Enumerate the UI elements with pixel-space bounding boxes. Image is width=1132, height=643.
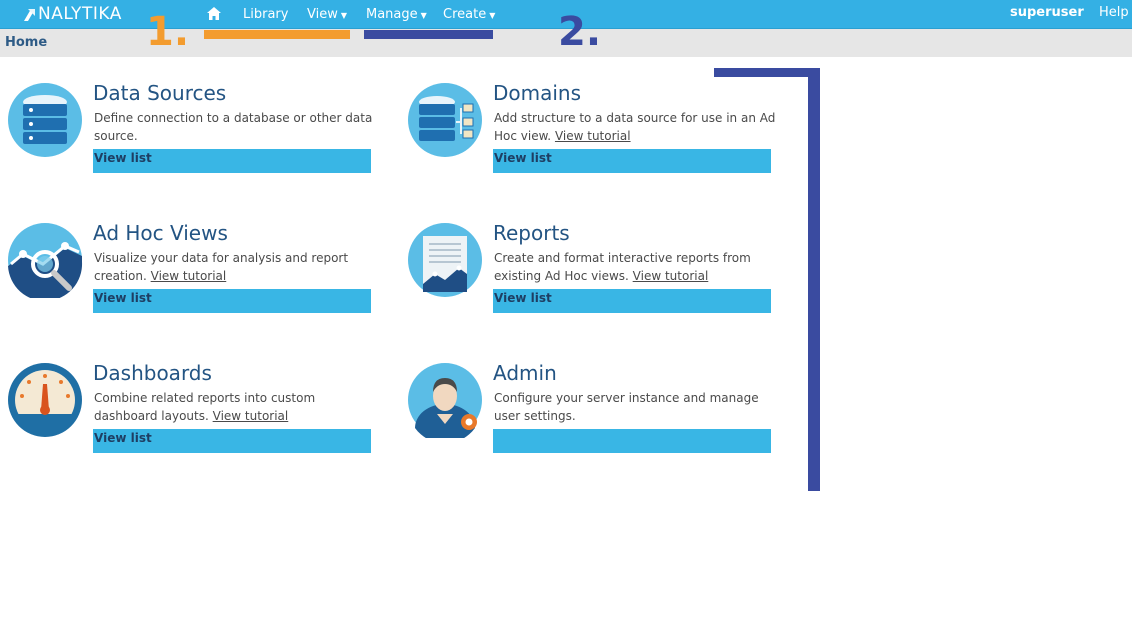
nav-create-label: Create	[443, 7, 487, 22]
view-list-button[interactable]: View list	[93, 149, 371, 173]
card-description: Create and format interactive reports fr…	[494, 249, 779, 285]
view-list-button[interactable]: View list	[93, 429, 371, 453]
annotation-underline-orange	[204, 30, 350, 39]
card-title: Data Sources	[93, 81, 227, 105]
adhoc-search-icon	[8, 223, 83, 298]
card-reports: Reports Create and format interactive re…	[407, 221, 787, 322]
annotation-underline-blue	[364, 30, 493, 39]
nav-manage-label: Manage	[366, 7, 418, 22]
dashboard-gauge-icon	[8, 363, 82, 437]
admin-action-button[interactable]	[493, 429, 771, 453]
view-list-button[interactable]: View list	[493, 149, 771, 173]
view-tutorial-link[interactable]: View tutorial	[555, 129, 631, 143]
nav-library-label: Library	[243, 7, 289, 22]
card-title: Dashboards	[93, 361, 212, 385]
chevron-down-icon: ▼	[420, 11, 427, 20]
card-description: Add structure to a data source for use i…	[494, 109, 779, 145]
card-data-sources: Data Sources Define connection to a data…	[7, 81, 387, 182]
app-logo[interactable]: NALYTIKA	[22, 4, 122, 24]
view-tutorial-link[interactable]: View tutorial	[633, 269, 709, 283]
domain-icon	[408, 83, 482, 157]
card-admin: Admin Configure your server instance and…	[407, 361, 787, 462]
card-description: Visualize your data for analysis and rep…	[94, 249, 379, 285]
view-tutorial-link[interactable]: View tutorial	[151, 269, 227, 283]
report-icon	[408, 223, 482, 297]
card-description: Combine related reports into custom dash…	[94, 389, 379, 425]
annotation-bracket-top	[714, 68, 820, 77]
home-icon[interactable]	[207, 7, 221, 20]
admin-user-icon	[408, 363, 482, 438]
card-domains: Domains Add structure to a data source f…	[407, 81, 787, 182]
card-description-text: Configure your server instance and manag…	[494, 391, 759, 423]
nav-view-menu[interactable]: View ▼	[307, 0, 347, 29]
card-title: Admin	[493, 361, 557, 385]
chevron-down-icon: ▼	[340, 11, 348, 20]
card-description: Configure your server instance and manag…	[494, 389, 779, 425]
annotation-bracket-side	[808, 68, 820, 491]
card-description-text: Add structure to a data source for use i…	[494, 111, 776, 143]
card-title: Ad Hoc Views	[93, 221, 228, 245]
logo-arrow-icon	[24, 9, 35, 21]
card-title: Reports	[493, 221, 570, 245]
card-ad-hoc-views: Ad Hoc Views Visualize your data for ana…	[7, 221, 387, 322]
nav-manage-menu[interactable]: Manage ▼	[366, 0, 427, 29]
help-label: Help	[1099, 4, 1129, 20]
chevron-down-icon: ▼	[489, 11, 496, 20]
nav-library[interactable]: Library	[243, 0, 288, 29]
card-dashboards: Dashboards Combine related reports into …	[7, 361, 387, 462]
breadcrumb-home[interactable]: Home	[5, 35, 47, 50]
user-menu[interactable]: superuser	[1010, 0, 1084, 24]
view-tutorial-link[interactable]: View tutorial	[213, 409, 289, 423]
database-icon	[8, 83, 82, 157]
help-link[interactable]: Help	[1099, 0, 1129, 24]
card-title: Domains	[493, 81, 582, 105]
annotation-number-two: 2.	[558, 9, 602, 55]
view-list-button[interactable]: View list	[93, 289, 371, 313]
card-description-text: Create and format interactive reports fr…	[494, 251, 751, 283]
nav-create-menu[interactable]: Create ▼	[443, 0, 495, 29]
view-list-button[interactable]: View list	[493, 289, 771, 313]
card-description: Define connection to a database or other…	[94, 109, 379, 145]
card-description-text: Define connection to a database or other…	[94, 111, 373, 143]
username: superuser	[1010, 4, 1084, 20]
logo-text: NALYTIKA	[38, 4, 122, 24]
annotation-number-one: 1.	[146, 9, 190, 55]
nav-view-label: View	[307, 7, 338, 22]
